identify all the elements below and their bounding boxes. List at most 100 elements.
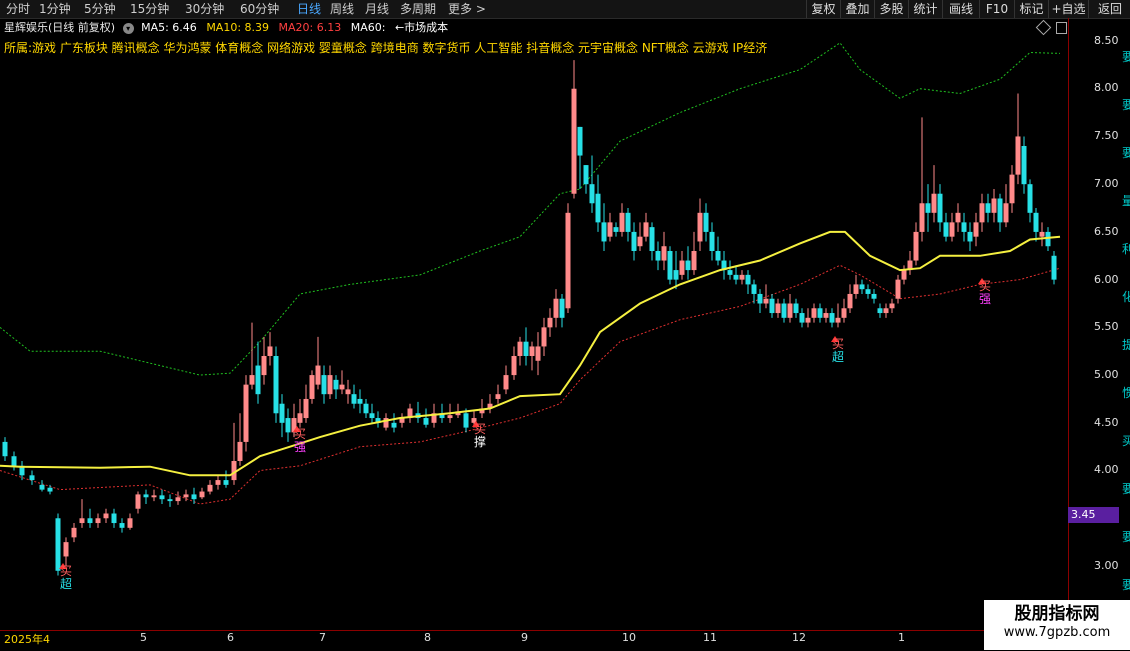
candle-body	[967, 231, 973, 242]
candle-body	[1033, 212, 1039, 232]
candle-body	[1045, 231, 1051, 247]
candle-body	[745, 274, 751, 285]
watermark-title: 股朋指标网	[1014, 604, 1100, 624]
candle-body	[363, 403, 369, 414]
candle-body	[787, 303, 793, 318]
candle-body	[727, 270, 733, 275]
candle-body	[285, 418, 291, 433]
candle-body	[949, 222, 955, 237]
candle-body	[589, 184, 595, 204]
y-tick: 3.00	[1094, 559, 1119, 572]
candle-body	[255, 365, 261, 395]
candle-body	[29, 475, 35, 481]
kline-chart[interactable]	[0, 0, 1068, 630]
candle-body	[243, 384, 249, 442]
candle-body	[997, 198, 1003, 223]
side-panel-char: 惯	[1122, 386, 1130, 400]
y-tick: 6.00	[1094, 273, 1119, 286]
candle-body	[649, 227, 655, 251]
signal-bottom-label: 强	[979, 292, 992, 306]
candle-body	[673, 270, 679, 280]
candle-body	[817, 308, 823, 318]
side-panel-char: 要	[1122, 146, 1130, 160]
candle-body	[793, 303, 799, 314]
candle-body	[71, 527, 77, 538]
candle-body	[607, 222, 613, 237]
candle-body	[733, 274, 739, 280]
candle-body	[95, 518, 101, 524]
candle-body	[315, 365, 321, 385]
candle-body	[237, 441, 243, 461]
candle-body	[541, 327, 547, 347]
candle-body	[463, 413, 469, 428]
candle-body	[937, 193, 943, 223]
candle-body	[925, 203, 931, 213]
candle-body	[811, 308, 817, 318]
candle-body	[87, 518, 93, 524]
upper-band-line	[0, 42, 1061, 376]
candle-body	[503, 375, 509, 390]
candle-body	[199, 491, 205, 498]
candle-body	[143, 494, 149, 498]
candle-body	[643, 222, 649, 237]
candle-body	[223, 480, 229, 485]
candle-body	[769, 298, 775, 314]
candle-body	[985, 203, 991, 213]
signal-bottom-label: 撑	[474, 435, 487, 449]
candle-body	[715, 251, 721, 261]
candle-body	[943, 222, 949, 237]
candle-body	[661, 246, 667, 261]
candle-body	[613, 227, 619, 232]
buy-signal: 买 超	[60, 565, 72, 591]
candle-body	[1015, 136, 1021, 175]
candle-body	[249, 375, 255, 385]
candle-body	[559, 298, 565, 318]
candle-body	[303, 398, 309, 419]
candle-body	[1027, 184, 1033, 213]
signal-bottom-label: 超	[832, 350, 845, 364]
candle-body	[931, 193, 937, 213]
side-panel-char: 要	[1122, 98, 1130, 112]
candle-body	[823, 313, 829, 318]
candle-body	[523, 341, 529, 356]
candle-body	[339, 384, 345, 390]
x-label: 10	[622, 631, 636, 644]
side-panel-char: 要	[1122, 50, 1130, 64]
candle-body	[865, 289, 871, 294]
candle-body	[619, 212, 625, 232]
back-button[interactable]: 返回	[1088, 0, 1130, 18]
candle-body	[553, 298, 559, 318]
candle-body	[601, 222, 607, 242]
candle-body	[111, 513, 117, 524]
candle-body	[961, 222, 967, 232]
side-panel-char: 化	[1122, 290, 1130, 304]
candle-body	[183, 494, 189, 498]
candle-body	[261, 356, 267, 376]
candle-body	[279, 403, 285, 423]
candle-body	[739, 274, 745, 280]
candle-body	[805, 317, 811, 323]
buy-signal: 买 撑	[474, 423, 486, 449]
y-tick: 7.50	[1094, 129, 1119, 142]
watermark-url: www.7gpzb.com	[1003, 625, 1111, 640]
candle-body	[79, 518, 85, 524]
side-panel-char: 要	[1122, 530, 1130, 544]
candle-body	[685, 260, 691, 271]
candle-body	[913, 231, 919, 261]
y-tick: 5.00	[1094, 368, 1119, 381]
candle-body	[595, 193, 601, 223]
candle-body	[877, 308, 883, 314]
candle-body	[333, 379, 339, 390]
candle-body	[1009, 174, 1015, 204]
y-tick: 8.00	[1094, 81, 1119, 94]
candle-body	[423, 418, 429, 425]
candle-body	[1021, 146, 1027, 185]
candle-body	[667, 251, 673, 280]
candle-body	[871, 293, 877, 299]
candle-body	[47, 487, 53, 492]
candle-body	[495, 394, 501, 399]
side-panel-char: 量	[1122, 194, 1130, 208]
candle-body	[829, 313, 835, 323]
candle-body	[799, 313, 805, 323]
x-label: 1	[898, 631, 905, 644]
